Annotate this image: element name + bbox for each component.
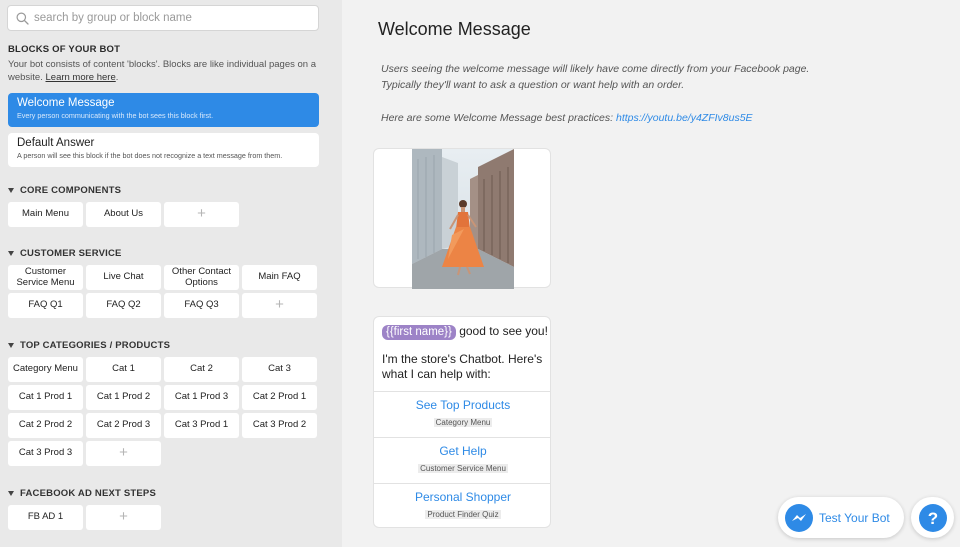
collapse-triangle-icon [8, 491, 14, 496]
search-icon [16, 12, 29, 25]
block-button[interactable]: Cat 3 [242, 357, 317, 382]
add-block-button[interactable]: + [86, 505, 161, 530]
sidebar: BLOCKS OF YOUR BOT Your bot consists of … [0, 0, 342, 547]
quick-reply-target: Product Finder Quiz [425, 510, 501, 519]
section-title: FACEBOOK AD NEXT STEPS [20, 488, 157, 499]
block-card-title: Default Answer [17, 137, 95, 149]
first-name-variable-tag: {{first name}} [382, 325, 456, 340]
section-toggle-core-components[interactable]: CORE COMPONENTS [8, 185, 121, 196]
block-button[interactable]: Cat 3 Prod 2 [242, 413, 317, 438]
editor-panel: Welcome Message Users seeing the welcome… [342, 0, 960, 547]
blocks-heading: BLOCKS OF YOUR BOT [8, 44, 121, 55]
block-button[interactable]: Cat 3 Prod 1 [164, 413, 239, 438]
image-card[interactable] [373, 148, 551, 289]
add-block-button[interactable]: + [164, 202, 239, 227]
block-button[interactable]: Cat 1 Prod 1 [8, 385, 83, 410]
block-button[interactable]: FB AD 1 [8, 505, 83, 530]
help-icon: ? [918, 503, 947, 532]
block-card-title: Welcome Message [17, 97, 115, 109]
quick-reply-label: See Top Products [415, 398, 511, 412]
block-button[interactable]: Main FAQ [242, 265, 317, 290]
block-button[interactable]: Main Menu [8, 202, 83, 227]
intro-text: Users seeing the welcome message will li… [381, 62, 901, 93]
test-your-bot-label: Test Your Bot [819, 510, 890, 525]
section-toggle-top-categories[interactable]: TOP CATEGORIES / PRODUCTS [8, 340, 170, 351]
add-block-button[interactable]: + [86, 441, 161, 466]
block-button[interactable]: Cat 2 Prod 3 [86, 413, 161, 438]
greeting-rest: good to see you! [455, 324, 548, 338]
search-box[interactable] [7, 5, 319, 31]
block-button[interactable]: Cat 2 [164, 357, 239, 382]
block-card-default-answer[interactable]: Default Answer A person will see this bl… [8, 133, 319, 167]
block-button[interactable]: Cat 2 Prod 2 [8, 413, 83, 438]
collapse-triangle-icon [8, 188, 14, 193]
block-button[interactable]: Cat 1 Prod 2 [86, 385, 161, 410]
collapse-triangle-icon [8, 251, 14, 256]
best-practices-link[interactable]: https://youtu.be/y4ZFIv8us5E [616, 112, 753, 124]
block-card-description: A person will see this block if the bot … [17, 151, 283, 160]
help-button[interactable]: ? [911, 497, 954, 538]
help-icon-glyph: ? [927, 509, 937, 528]
text-card[interactable]: {{first name}} good to see you! I'm the … [373, 316, 551, 528]
add-block-button[interactable]: + [242, 293, 317, 318]
section-title: CUSTOMER SERVICE [20, 248, 122, 259]
collapse-triangle-icon [8, 343, 14, 348]
messenger-icon [785, 503, 813, 532]
search-input[interactable] [34, 9, 314, 27]
block-button[interactable]: FAQ Q2 [86, 293, 161, 318]
block-card-description: Every person communicating with the bot … [17, 111, 214, 120]
block-button[interactable]: Cat 3 Prod 3 [8, 441, 83, 466]
test-your-bot-button[interactable]: Test Your Bot [778, 497, 904, 538]
quick-reply-label: Get Help [439, 444, 487, 458]
block-button[interactable]: FAQ Q3 [164, 293, 239, 318]
block-card-welcome-message[interactable]: Welcome Message Every person communicati… [8, 93, 319, 127]
section-toggle-facebook-ad[interactable]: FACEBOOK AD NEXT STEPS [8, 488, 156, 499]
learn-more-link[interactable]: Learn more here [46, 72, 116, 83]
section-title: CORE COMPONENTS [20, 185, 122, 196]
quick-reply-target: Customer Service Menu [418, 464, 508, 473]
bot-intro-text: I'm the store's Chatbot. Here's what I c… [382, 352, 543, 381]
quick-reply-button[interactable]: Personal Shopper Product Finder Quiz [374, 483, 550, 527]
block-button[interactable]: Cat 1 [86, 357, 161, 382]
quick-reply-target: Category Menu [433, 418, 493, 427]
woman-in-orange-dress-photo [412, 149, 514, 289]
blocks-description-end: . [115, 71, 119, 83]
block-button[interactable]: FAQ Q1 [8, 293, 83, 318]
quick-reply-label: Personal Shopper [414, 490, 512, 504]
greeting-text: {{first name}} good to see you! [382, 324, 548, 340]
blocks-description: Your bot consists of content 'blocks'. B… [8, 59, 328, 84]
section-title: TOP CATEGORIES / PRODUCTS [20, 340, 171, 351]
block-button[interactable]: About Us [86, 202, 161, 227]
best-practices-text: Here are some Welcome Message best pract… [381, 111, 901, 127]
intro-line-2: Typically they'll want to ask a question… [381, 78, 685, 91]
page-title: Welcome Message [378, 19, 531, 39]
best-practices-label: Here are some Welcome Message best pract… [381, 112, 616, 124]
block-button[interactable]: Live Chat [86, 265, 161, 290]
block-button[interactable]: Cat 1 Prod 3 [164, 385, 239, 410]
intro-line-1: Users seeing the welcome message will li… [381, 63, 810, 75]
block-button[interactable]: Category Menu [8, 357, 83, 382]
block-button[interactable]: Customer Service Menu [8, 265, 83, 290]
quick-reply-button[interactable]: Get Help Customer Service Menu [374, 437, 550, 483]
block-button[interactable]: Other Contact Options [164, 265, 239, 290]
section-toggle-customer-service[interactable]: CUSTOMER SERVICE [8, 248, 122, 259]
block-button[interactable]: Cat 2 Prod 1 [242, 385, 317, 410]
quick-reply-button[interactable]: See Top Products Category Menu [374, 391, 550, 437]
